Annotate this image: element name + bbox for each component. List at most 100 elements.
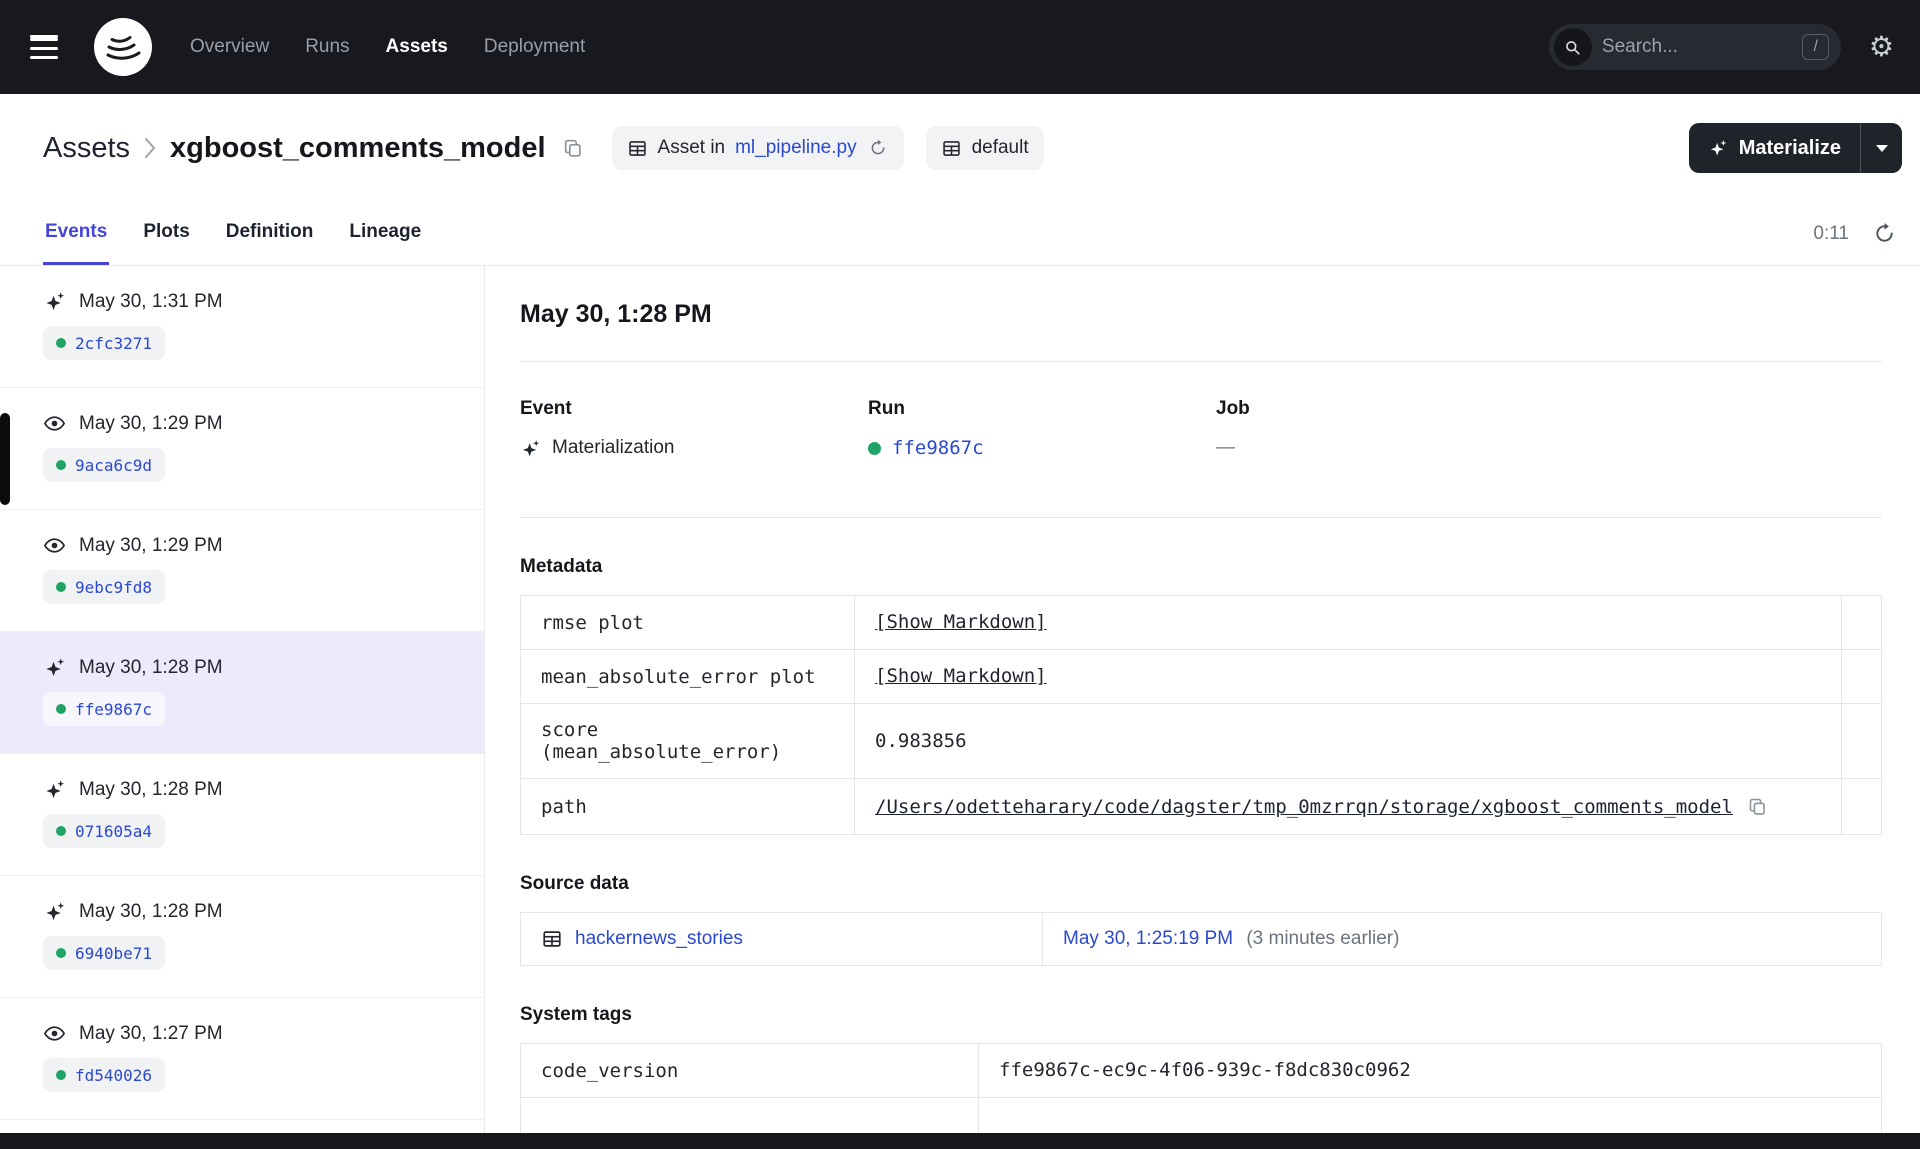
metadata-table: rmse plot [Show Markdown] mean_absolute_… (520, 595, 1882, 835)
event-label: Event (520, 398, 572, 419)
menu-button[interactable] (30, 27, 70, 67)
group-badge-label: default (971, 137, 1029, 158)
show-markdown-link[interactable]: [Show Markdown] (875, 611, 1047, 633)
event-detail-title: May 30, 1:28 PM (520, 300, 712, 328)
run-status-dot (56, 704, 66, 714)
job-label: Job (1216, 398, 1250, 419)
refresh-button[interactable] (1873, 222, 1896, 245)
run-id-badge[interactable]: ffe9867c (43, 692, 166, 726)
system-tag-key: code_version (520, 1043, 979, 1098)
metadata-heading: Metadata (520, 556, 603, 577)
nav-item-assets[interactable]: Assets (386, 36, 448, 58)
run-status-dot (56, 338, 66, 348)
event-list-item[interactable]: May 30, 1:29 PM 9aca6c9d (0, 388, 484, 510)
dagster-app: Overview Runs Assets Deployment / ⚙ Asse… (0, 0, 1920, 1149)
refresh-timer: 0:11 (1813, 222, 1849, 244)
group-badge[interactable]: default (925, 126, 1044, 170)
materialize-label: Materialize (1738, 136, 1841, 159)
run-id-badge[interactable]: 2cfc3271 (43, 326, 166, 360)
tab-events[interactable]: Events (43, 202, 110, 265)
bottom-bar (0, 1133, 1920, 1149)
run-id-link: 6940be71 (75, 943, 153, 963)
event-list-item-selected[interactable]: May 30, 1:28 PM ffe9867c (0, 632, 484, 754)
page-header: Assets xgboost_comments_model Asset in m… (0, 94, 1920, 202)
event-run-job-summary: Event Materialization Run ffe9867c Job — (520, 398, 1882, 459)
code-file-link[interactable]: ml_pipeline.py (735, 137, 856, 159)
event-time: May 30, 1:29 PM (79, 534, 223, 556)
search-box[interactable]: / (1548, 24, 1841, 70)
run-label: Run (868, 398, 905, 419)
copy-icon (562, 137, 584, 159)
tab-lineage[interactable]: Lineage (347, 202, 423, 265)
table-icon (627, 138, 648, 159)
run-link[interactable]: ffe9867c (892, 437, 984, 459)
event-list-item[interactable]: May 30, 1:31 PM 2cfc3271 (0, 266, 484, 388)
event-list-item[interactable]: May 30, 1:28 PM 6940be71 (0, 876, 484, 998)
show-markdown-link[interactable]: [Show Markdown] (875, 665, 1047, 687)
refresh-icon (869, 139, 887, 157)
search-input[interactable] (1601, 36, 1793, 58)
system-tag-value: ffe9867c-ec9c-4f06-939c-f8dc830c0962 (999, 1059, 1411, 1081)
job-value: — (1216, 437, 1235, 458)
event-time: May 30, 1:29 PM (79, 412, 223, 434)
materialization-icon (520, 438, 541, 459)
metadata-value: 0.983856 (875, 729, 967, 752)
run-id-badge[interactable]: 9aca6c9d (43, 448, 166, 482)
event-time: May 30, 1:28 PM (79, 778, 223, 800)
asset-definition-badge: Asset in ml_pipeline.py (611, 126, 904, 170)
observation-icon (43, 1022, 66, 1045)
tab-definition[interactable]: Definition (224, 202, 316, 265)
dagster-logo[interactable] (94, 18, 152, 76)
event-list-item[interactable]: May 30, 1:29 PM 9ebc9fd8 (0, 510, 484, 632)
top-nav: Overview Runs Assets Deployment / ⚙ (0, 0, 1920, 94)
path-link[interactable]: /Users/odetteharary/code/dagster/tmp_0mz… (875, 796, 1733, 818)
dagster-logo-icon (94, 18, 152, 76)
table-row: path /Users/odetteharary/code/dagster/tm… (520, 778, 1882, 835)
metadata-key: path (520, 778, 855, 835)
materialize-split-button: Materialize (1688, 123, 1902, 173)
copy-path-button[interactable] (1745, 794, 1770, 819)
search-icon (1553, 28, 1592, 66)
breadcrumb-assets-link[interactable]: Assets (43, 132, 130, 165)
source-data-table: hackernews_stories May 30, 1:25:19 PM (3… (520, 912, 1882, 966)
materialize-dropdown-button[interactable] (1860, 123, 1902, 173)
tab-plots[interactable]: Plots (141, 202, 191, 265)
source-event-time-link[interactable]: May 30, 1:25:19 PM (1063, 928, 1233, 950)
copy-asset-name-button[interactable] (560, 135, 586, 161)
table-row: code_version ffe9867c-ec9c-4f06-939c-f8d… (520, 1043, 1882, 1098)
run-id-badge[interactable]: 071605a4 (43, 814, 166, 848)
nav-item-deployment[interactable]: Deployment (484, 36, 585, 58)
nav-item-overview[interactable]: Overview (190, 36, 269, 58)
hamburger-icon (30, 35, 70, 41)
settings-button[interactable]: ⚙ (1869, 33, 1894, 61)
materialization-icon (43, 290, 66, 313)
asset-link-hackernews-stories[interactable]: hackernews_stories (575, 928, 743, 950)
table-row: score (mean_absolute_error) 0.983856 (520, 703, 1882, 779)
metadata-key: score (mean_absolute_error) (520, 703, 855, 779)
run-status-dot (56, 1070, 66, 1080)
breadcrumb-chevron-icon (144, 137, 156, 159)
source-event-note: (3 minutes earlier) (1246, 928, 1400, 949)
event-time: May 30, 1:28 PM (79, 900, 223, 922)
materialize-button[interactable]: Materialize (1689, 123, 1860, 173)
run-id-link: 071605a4 (75, 821, 153, 841)
system-tags-heading: System tags (520, 1004, 632, 1025)
table-row: mean_absolute_error plot [Show Markdown] (520, 649, 1882, 704)
event-list-item[interactable]: May 30, 1:27 PM fd540026 (0, 998, 484, 1120)
event-list-item[interactable]: May 30, 1:28 PM 071605a4 (0, 754, 484, 876)
run-id-badge[interactable]: fd540026 (43, 1058, 166, 1092)
materialization-icon (43, 900, 66, 923)
run-status-dot (56, 826, 66, 836)
reload-definitions-button[interactable] (867, 137, 889, 159)
scrollbar-thumb[interactable] (0, 413, 10, 505)
materialization-icon (43, 656, 66, 679)
run-status-dot (56, 460, 66, 470)
run-id-badge[interactable]: 9ebc9fd8 (43, 570, 166, 604)
event-time: May 30, 1:28 PM (79, 656, 223, 678)
nav-item-runs[interactable]: Runs (305, 36, 349, 58)
run-id-badge[interactable]: 6940be71 (43, 936, 166, 970)
run-id-link: 9aca6c9d (75, 455, 153, 475)
copy-icon (1747, 796, 1768, 817)
sparkle-icon (1708, 138, 1728, 158)
breadcrumb: Assets xgboost_comments_model (43, 132, 586, 165)
